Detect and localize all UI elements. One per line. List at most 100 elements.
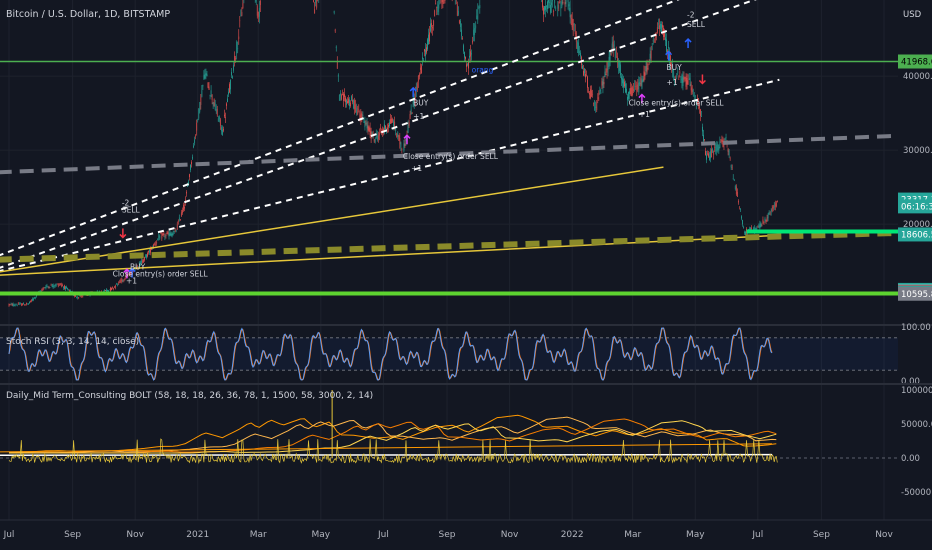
candle-body xyxy=(646,61,648,73)
candle-body xyxy=(662,25,663,28)
candle-body xyxy=(432,27,434,29)
candle-body xyxy=(23,302,24,305)
candle-body xyxy=(11,303,13,306)
candle-body xyxy=(337,74,339,77)
candle-body xyxy=(555,7,557,9)
candle-body xyxy=(160,233,162,235)
candle-body xyxy=(552,0,554,2)
candle-body xyxy=(622,78,623,84)
candle-body xyxy=(766,217,768,222)
candle-body xyxy=(34,297,36,298)
candle-body xyxy=(387,127,388,130)
candle-body xyxy=(466,64,467,67)
candle-body xyxy=(609,52,611,60)
candle-body xyxy=(112,286,113,288)
candle-body xyxy=(256,5,258,16)
time-tick: May xyxy=(686,530,705,540)
candle-body xyxy=(212,102,214,105)
candle-body xyxy=(618,62,620,72)
candle-body xyxy=(255,0,257,2)
candle-body xyxy=(199,102,201,112)
candle-body xyxy=(194,139,196,144)
candle-body xyxy=(584,68,585,74)
candle-body xyxy=(193,145,195,148)
candle-body xyxy=(600,92,602,94)
time-tick: Nov xyxy=(875,530,893,540)
candle-body xyxy=(344,94,345,97)
candle-body xyxy=(154,243,156,245)
candle-body xyxy=(110,287,111,291)
candle-body xyxy=(340,94,342,100)
candle-body xyxy=(730,165,732,168)
candle-body xyxy=(79,295,81,297)
candle-body xyxy=(395,128,397,131)
candle-body xyxy=(598,92,600,96)
annotation-text: Close entry(s) order SELL xyxy=(629,99,725,108)
candle-body xyxy=(334,29,336,32)
candle-body xyxy=(764,218,766,222)
candle-body xyxy=(457,11,459,15)
candle-body xyxy=(179,219,181,221)
candle-body xyxy=(751,227,753,230)
candle-body xyxy=(388,124,389,128)
candle-body xyxy=(389,122,390,127)
candle-body xyxy=(16,305,18,306)
candle-body xyxy=(35,297,37,299)
annotation-text: SELL xyxy=(122,205,141,214)
candle-body xyxy=(28,304,29,305)
candle-body xyxy=(215,109,217,112)
candle-body xyxy=(417,75,419,82)
candle-body xyxy=(184,207,185,209)
candle-body xyxy=(708,153,709,157)
time-axis[interactable]: Jul Sep Nov 2021 Mar May Jul Sep Nov 2022 Mar May Ju… xyxy=(3,530,894,540)
candle-body xyxy=(720,140,722,142)
candle-body xyxy=(316,0,318,8)
candle-body xyxy=(668,46,669,48)
candle-body xyxy=(373,139,375,142)
candle-body xyxy=(442,0,444,5)
candle-body xyxy=(220,127,222,132)
candle-body xyxy=(613,44,615,49)
candle-body xyxy=(729,158,731,160)
candle-body xyxy=(716,143,718,151)
candle-body xyxy=(651,43,653,45)
candle-body xyxy=(601,81,603,86)
candle-body xyxy=(195,135,197,137)
candle-body xyxy=(759,223,761,229)
candle-body xyxy=(705,151,706,155)
candle-body xyxy=(707,153,708,155)
candle-body xyxy=(624,81,625,87)
candle-body xyxy=(749,228,750,230)
candle-body xyxy=(174,230,176,232)
candle-body xyxy=(640,78,642,86)
candle-body xyxy=(163,232,165,235)
candle-body xyxy=(636,84,638,91)
candle-body xyxy=(13,304,15,306)
candle-body xyxy=(595,106,597,109)
candle-body xyxy=(57,283,59,287)
candle-body xyxy=(714,147,716,149)
candle-body xyxy=(645,66,647,72)
candle-body xyxy=(181,210,183,213)
candle-body xyxy=(200,97,202,105)
candle-body xyxy=(81,296,83,298)
candle-body xyxy=(599,89,601,92)
candle-body xyxy=(45,286,47,289)
candle-body xyxy=(231,72,232,76)
candle-body xyxy=(150,248,151,253)
candle-body xyxy=(469,55,470,58)
candle-body xyxy=(465,56,466,59)
candle-body xyxy=(236,41,238,54)
candle-body xyxy=(147,252,148,257)
chart-title: Bitcoin / U.S. Dollar, 1D, BITSTAMP xyxy=(6,9,170,20)
candle-body xyxy=(56,283,58,285)
candle-body xyxy=(629,91,630,94)
annotation-text: BUY xyxy=(667,63,683,72)
candle-body xyxy=(50,284,52,286)
candle-body xyxy=(202,84,204,87)
candle-body xyxy=(472,40,474,43)
candle-body xyxy=(32,298,33,301)
candle-body xyxy=(158,235,160,239)
candle-body xyxy=(467,64,468,65)
candle-body xyxy=(210,90,212,95)
